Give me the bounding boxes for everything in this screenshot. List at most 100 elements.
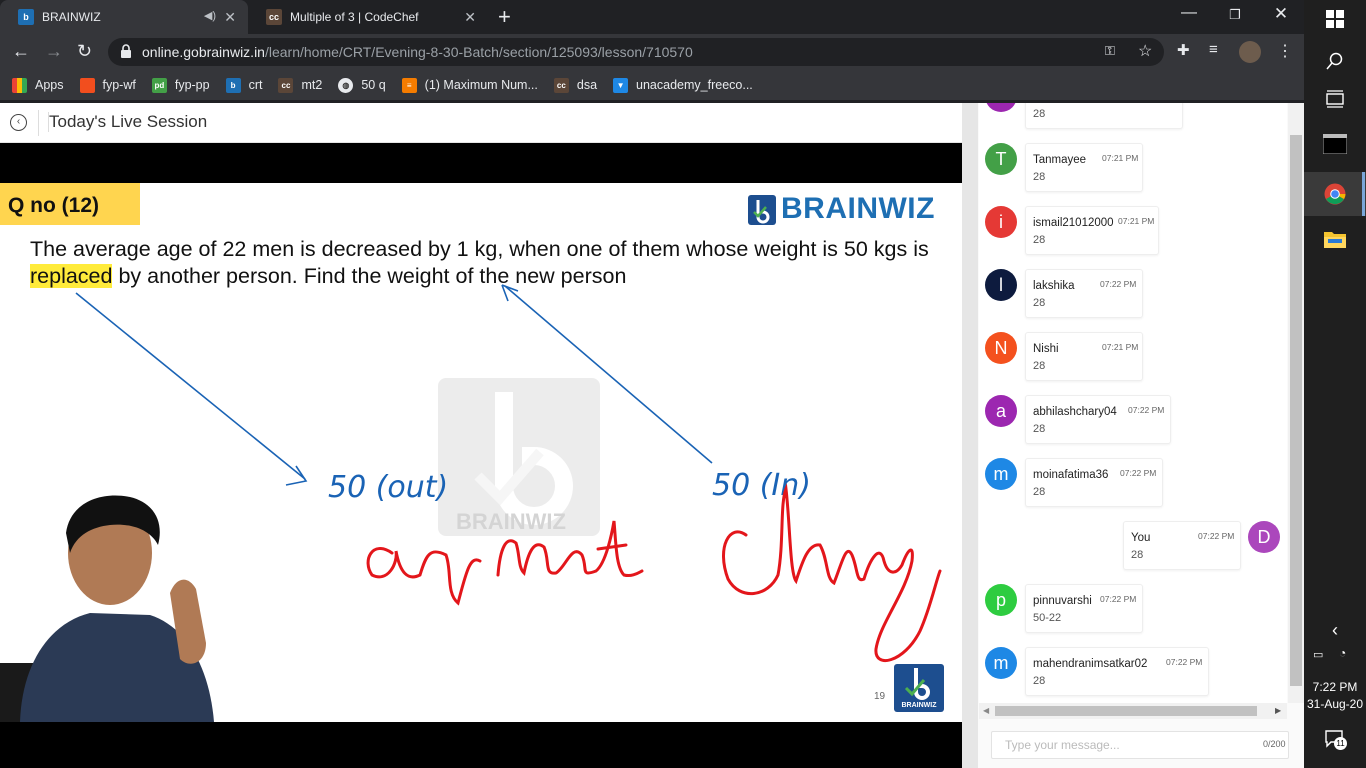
audio-playing-icon[interactable]: ◀) [204, 9, 216, 22]
panel-gutter [962, 103, 978, 768]
url-text[interactable]: online.gobrainwiz.in/learn/home/CRT/Even… [142, 44, 693, 60]
chat-message: p pinnuvarshi 07:22 PM 50-22 [979, 584, 1287, 644]
avatar: N [985, 332, 1017, 364]
message-author: moinafatima36 [1033, 469, 1109, 481]
divider [38, 110, 39, 136]
message-text: 28 [1033, 234, 1046, 246]
chat-message-list[interactable]: 28 T Tanmayee 07:21 PM 28 i ismail210120… [979, 103, 1287, 703]
bookmark-label: fyp-wf [102, 78, 136, 92]
notifications-button[interactable]: 11 [1325, 730, 1347, 750]
scroll-left-icon[interactable]: ◀ [983, 706, 989, 715]
tab-title: BRAINWIZ [42, 10, 101, 24]
avatar: l [985, 269, 1017, 301]
avatar: T [985, 143, 1017, 175]
taskbar-clock-time[interactable]: 7:22 PM [1304, 680, 1366, 694]
url-path: /learn/home/CRT/Evening-8-30-Batch/secti… [264, 44, 693, 60]
bookmark-unacademy[interactable]: ▼ unacademy_freeco... [613, 77, 753, 93]
task-view-icon[interactable] [1326, 90, 1344, 108]
new-tab-button[interactable]: + [498, 4, 511, 30]
bookmark-crt[interactable]: b crt [225, 77, 262, 93]
lock-icon[interactable] [120, 44, 132, 58]
bookmark-label: unacademy_freeco... [636, 78, 753, 92]
extensions-icon[interactable]: ✚ [1177, 41, 1190, 59]
show-hidden-icons-chevron[interactable]: ‹ [1304, 620, 1366, 641]
close-tab-icon[interactable]: ✕ [464, 9, 476, 26]
chat-message: a abhilashchary04 07:22 PM 28 [979, 395, 1287, 455]
wifi-icon[interactable]: ◔ [1339, 646, 1346, 660]
codechef-favicon: cc [266, 9, 282, 25]
minimize-window-button[interactable]: — [1166, 4, 1212, 22]
message-bubble: ismail21012000 07:21 PM 28 [1025, 206, 1159, 255]
back-arrow-icon[interactable]: ‹ [10, 114, 27, 131]
menu-kebab-icon[interactable]: ⋮ [1277, 41, 1293, 61]
bookmark-label: 50 q [361, 78, 386, 92]
bookmark-50q[interactable]: ◍ 50 q [338, 77, 386, 93]
avatar: D [1248, 521, 1280, 553]
scroll-right-icon[interactable]: ▶ [1275, 706, 1281, 715]
taskbar-clock-date[interactable]: 31-Aug-20 [1304, 697, 1366, 711]
handwriting-avg [366, 547, 482, 606]
search-icon[interactable] [1326, 52, 1344, 70]
message-bubble: Nishi 07:21 PM 28 [1025, 332, 1143, 381]
windows-start-icon[interactable] [1326, 10, 1344, 28]
codechef-favicon: cc [278, 77, 294, 93]
codechef-favicon: cc [553, 77, 569, 93]
back-button[interactable]: ← [12, 41, 30, 62]
message-time: 07:22 PM [1120, 468, 1157, 478]
stackoverflow-icon: ≡ [401, 77, 417, 93]
profile-avatar[interactable] [1239, 41, 1261, 63]
battery-icon[interactable]: ▭ [1313, 648, 1323, 661]
presentation-slide: Q no (12) BRAINWIZ The average age of 22… [0, 183, 962, 722]
bookmark-star-icon[interactable]: ☆ [1138, 41, 1152, 61]
message-author: Nishi [1033, 343, 1059, 355]
unacademy-icon: ▼ [613, 77, 629, 93]
tab-codechef[interactable]: cc Multiple of 3 | CodeChef ✕ [248, 0, 488, 34]
message-text: 28 [1131, 549, 1144, 561]
bookmark-label: mt2 [301, 78, 323, 92]
terminal-app-icon[interactable] [1323, 134, 1347, 154]
pdf-icon: pd [151, 77, 167, 93]
avatar: a [985, 395, 1017, 427]
tab-brainwiz[interactable]: b BRAINWIZ ◀) ✕ [0, 0, 248, 34]
handwriting-change [722, 483, 942, 663]
arrow-line [75, 292, 306, 480]
message-text: 28 [1033, 423, 1046, 435]
bookmark-dsa[interactable]: cc dsa [553, 77, 598, 93]
forward-button[interactable]: → [45, 41, 63, 62]
bookmark-fyp-wf[interactable]: fyp-wf [79, 77, 136, 93]
bookmark-apps[interactable]: Apps [12, 77, 64, 93]
message-text: 28 [1033, 486, 1046, 498]
close-window-button[interactable]: ✕ [1258, 4, 1304, 24]
chrome-app-icon[interactable] [1324, 183, 1346, 205]
message-bubble: abhilashchary04 07:22 PM 28 [1025, 395, 1171, 444]
message-text: 28 [1033, 675, 1046, 687]
key-icon[interactable]: ⚿ [1105, 43, 1115, 59]
bookmark-fyp-pp[interactable]: pd fyp-pp [151, 77, 210, 93]
chat-vertical-scroll-thumb[interactable] [1290, 135, 1302, 686]
message-author: pinnuvarshi [1033, 595, 1092, 607]
chat-message: l lakshika 07:22 PM 28 [979, 269, 1287, 329]
apps-grid-icon [12, 77, 27, 93]
active-indicator [1362, 172, 1365, 216]
restore-window-button[interactable]: ❐ [1212, 7, 1258, 23]
brainwiz-favicon: b [225, 77, 241, 93]
file-explorer-icon[interactable] [1324, 230, 1346, 248]
message-bubble: lakshika 07:22 PM 28 [1025, 269, 1143, 318]
chat-horizontal-scroll-thumb[interactable] [995, 706, 1257, 716]
globe-icon: ◍ [338, 77, 354, 93]
media-control-icon[interactable]: ≡ [1209, 41, 1218, 58]
bookmark-label: dsa [576, 78, 598, 92]
bookmark-mt2[interactable]: cc mt2 [278, 77, 323, 93]
message-bubble: Tanmayee 07:21 PM 28 [1025, 143, 1143, 192]
message-text: 28 [1033, 297, 1046, 309]
close-tab-icon[interactable]: ✕ [224, 9, 236, 26]
chat-message: T Tanmayee 07:21 PM 28 [979, 143, 1287, 203]
message-time: 07:22 PM [1100, 594, 1137, 604]
message-author: abhilashchary04 [1033, 406, 1117, 418]
reload-button[interactable]: ↻ [77, 41, 92, 62]
message-time: 07:21 PM [1118, 216, 1155, 226]
page-title: Today's Live Session [48, 112, 208, 132]
tab-title: Multiple of 3 | CodeChef [290, 10, 419, 24]
badge-label: BRAINWIZ [901, 702, 937, 709]
bookmark-maximum-num[interactable]: ≡ (1) Maximum Num... [401, 77, 538, 93]
